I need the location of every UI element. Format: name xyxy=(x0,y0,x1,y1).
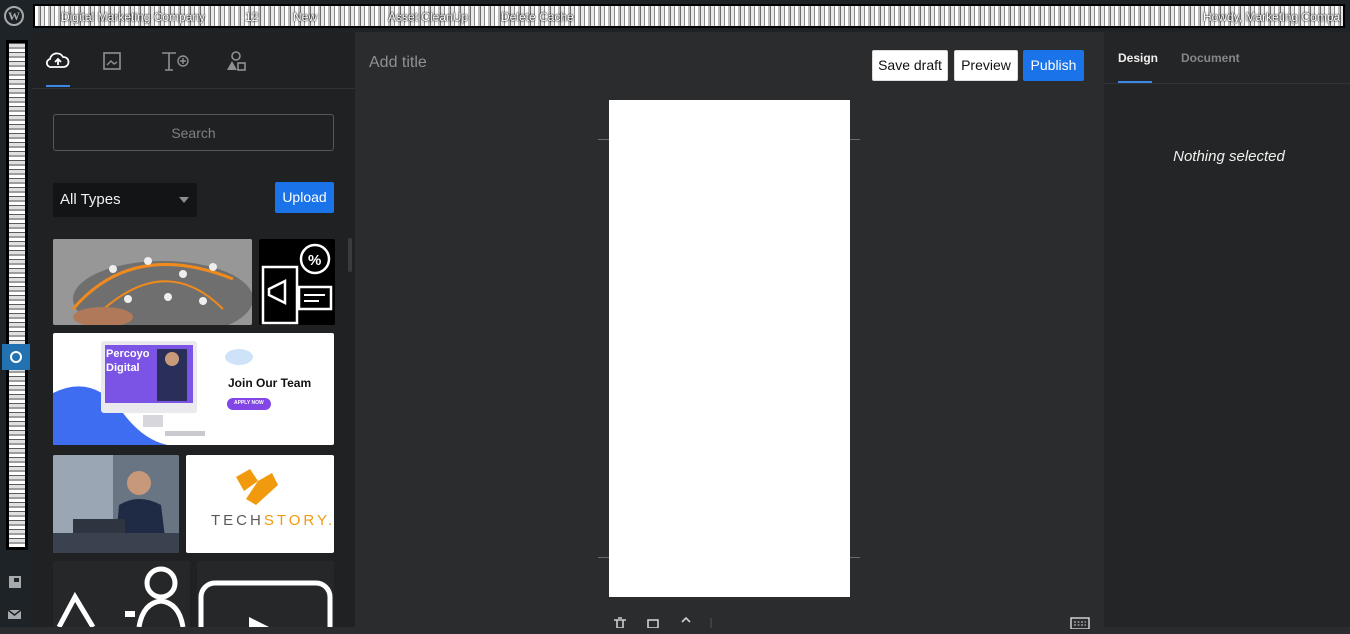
story-page-canvas[interactable] xyxy=(609,100,850,597)
preview-button[interactable]: Preview xyxy=(954,50,1018,81)
save-draft-button[interactable]: Save draft xyxy=(872,50,948,81)
publish-button[interactable]: Publish xyxy=(1023,50,1084,81)
type-filter-select[interactable]: All Types xyxy=(53,183,197,217)
search-input[interactable] xyxy=(53,114,334,151)
keyboard-shortcuts-icon[interactable] xyxy=(1070,616,1090,634)
video-play-icon xyxy=(198,580,333,627)
dashboard-icon[interactable] xyxy=(7,574,23,590)
techstory-logo-mark xyxy=(236,469,278,505)
updates-count[interactable]: 12 xyxy=(245,10,258,24)
library-panel: All Types Upload % xyxy=(32,32,355,627)
media-thumb-video-icon[interactable] xyxy=(197,561,334,627)
asset-cleanup-link[interactable]: Asset CleanUp xyxy=(388,10,468,24)
admin-bar-menu: Digital Marketing Company 12 New Asset C… xyxy=(33,4,1345,28)
library-scrollbar[interactable] xyxy=(348,238,352,272)
tab-shapes[interactable] xyxy=(222,46,250,76)
network-people-image xyxy=(53,239,252,325)
tab-document[interactable]: Document xyxy=(1181,51,1240,65)
text-add-icon xyxy=(162,52,189,71)
empty-selection-text: Nothing selected xyxy=(1173,148,1285,165)
wordpress-logo-icon[interactable]: W xyxy=(4,6,24,26)
site-name-link[interactable]: Digital Marketing Company xyxy=(61,10,205,24)
join-title-text: Join Our Team xyxy=(228,376,312,390)
person-outline-icon xyxy=(56,566,186,627)
admin-side-menu xyxy=(0,32,32,627)
active-tab-indicator xyxy=(1118,81,1152,83)
library-tabs xyxy=(32,32,355,89)
join-apply-text: APPLY NOW xyxy=(234,400,264,406)
new-content-link[interactable]: New xyxy=(293,10,317,24)
media-thumb-person-icon[interactable] xyxy=(53,561,190,627)
media-thumb-join-team[interactable]: Percoyo Digital Join Our Team APPLY NOW xyxy=(53,333,334,445)
techstory-wordmark: TECHSTORY. xyxy=(211,512,332,529)
active-tab-indicator xyxy=(46,85,70,87)
media-thumb-network[interactable] xyxy=(53,239,252,325)
chevron-down-icon xyxy=(179,197,189,203)
type-filter-value: All Types xyxy=(60,191,121,208)
mail-icon[interactable] xyxy=(7,606,23,622)
sidebar-tabs: Design Document xyxy=(1104,32,1350,84)
media-thumb-office[interactable] xyxy=(53,455,179,553)
office-worker-image xyxy=(53,455,179,553)
more-icon xyxy=(681,616,691,623)
admin-menu-active-item[interactable] xyxy=(2,344,30,370)
editor-canvas-area: Add title Save draft Preview Publish xyxy=(355,32,1104,630)
svg-text:%: % xyxy=(308,252,321,269)
admin-menu-items[interactable] xyxy=(6,40,28,550)
media-thumb-marketing[interactable]: % xyxy=(259,239,335,325)
inspector-sidebar: Design Document Nothing selected xyxy=(1104,32,1350,627)
stories-icon xyxy=(10,351,22,363)
upload-button[interactable]: Upload xyxy=(275,182,334,213)
admin-bar: W Digital Marketing Company 12 New Asset… xyxy=(0,0,1350,32)
join-brand-text: Percoyo Digital xyxy=(106,348,150,374)
media-thumb-techstory[interactable]: TECHSTORY. xyxy=(186,455,334,553)
shapes-icon xyxy=(227,51,246,71)
image-icon xyxy=(103,52,121,70)
page-toolbar-icons xyxy=(614,616,712,629)
delete-cache-link[interactable]: Delete Cache xyxy=(501,10,574,24)
howdy-account-link[interactable]: Howdy, Marketing Compa xyxy=(1203,10,1340,24)
page-tools xyxy=(610,614,720,629)
tab-design[interactable]: Design xyxy=(1118,51,1158,65)
story-title-input[interactable]: Add title xyxy=(369,54,427,72)
tab-media[interactable] xyxy=(98,46,126,76)
cloud-upload-icon xyxy=(46,52,70,68)
tab-text[interactable] xyxy=(158,46,192,76)
tab-upload[interactable] xyxy=(44,46,72,76)
marketing-megaphone-icon: % xyxy=(261,243,333,325)
